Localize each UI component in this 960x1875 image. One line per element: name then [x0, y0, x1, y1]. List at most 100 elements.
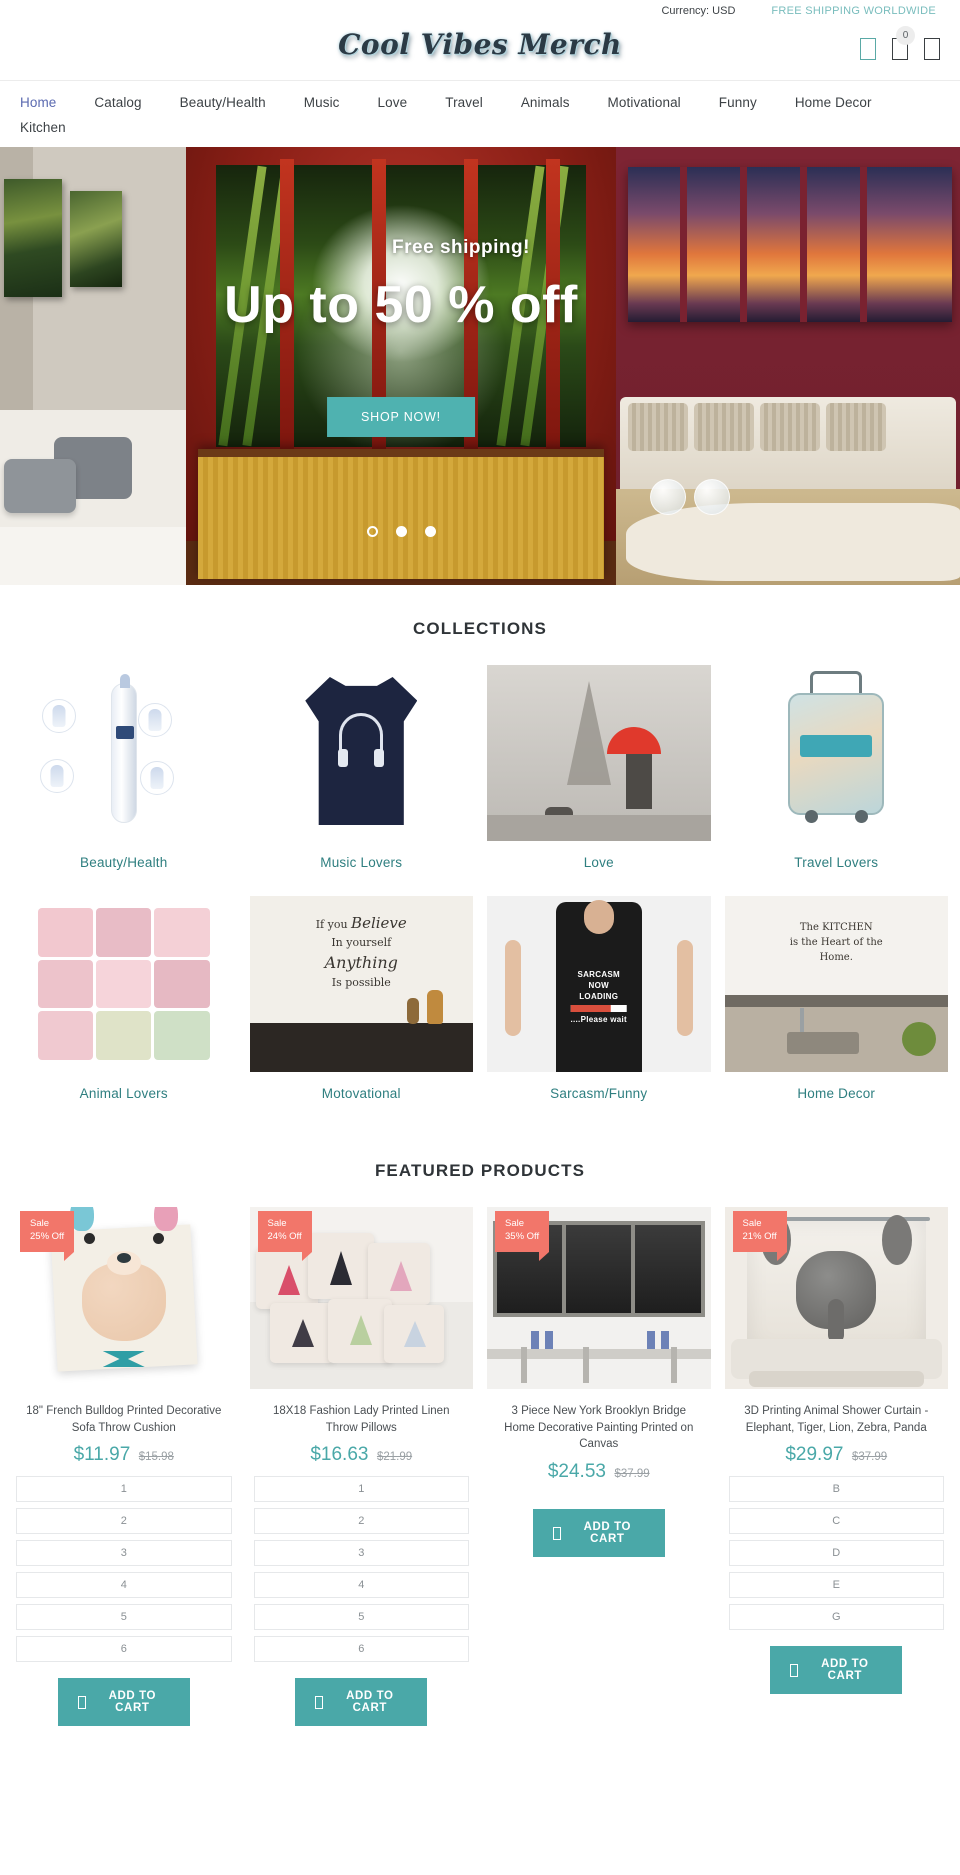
collection-card-sarcasm-funny[interactable]: SARCASM NOW LOADING ....Please wait Sarc… [487, 896, 711, 1127]
variant-option[interactable]: D [728, 1540, 944, 1567]
collection-label-love[interactable]: Love [487, 841, 711, 896]
variant-option[interactable]: B [728, 1476, 944, 1503]
nav-item-catalog[interactable]: Catalog [94, 95, 141, 110]
collection-label-motovational[interactable]: Motovational [250, 1072, 474, 1127]
product-card-fashion-lady-pillows[interactable]: Sale 24% Off 18X18 Fashion Lady Printed … [249, 1207, 474, 1727]
add-to-cart-label: ADD TO CART [108, 1690, 157, 1715]
hero-slide-active[interactable]: Free shipping! Up to 50 % off SHOP NOW! [186, 147, 616, 585]
variant-option[interactable]: E [728, 1572, 944, 1599]
variant-option[interactable]: 6 [16, 1636, 232, 1663]
product-title[interactable]: 3D Printing Animal Shower Curtain - Elep… [725, 1389, 949, 1436]
shirt-line-2: NOW [588, 980, 609, 990]
collection-image-beauty-health[interactable] [12, 665, 236, 841]
product-card-french-bulldog-cushion[interactable]: Sale 25% Off 18" French Bulldog Printed … [12, 1207, 236, 1727]
kitchen-decal-line-3: Home. [819, 952, 853, 963]
sale-badge-percent: 21% Off [742, 1230, 777, 1242]
collection-card-motovational[interactable]: If you Believe In yourself Anything Is p… [249, 896, 474, 1127]
collection-card-beauty-health[interactable]: Beauty/Health [12, 665, 236, 896]
product-card-brooklyn-bridge-canvas[interactable]: Sale 35% Off 3 Piece New York Brooklyn B… [487, 1207, 711, 1726]
variant-option[interactable]: G [728, 1604, 944, 1631]
logo-container[interactable]: Cool Vibes Merch [0, 28, 960, 61]
variant-option[interactable]: 6 [253, 1636, 469, 1663]
main-navigation: Home Catalog Beauty/Health Music Love Tr… [0, 80, 960, 147]
collections-grid-row-2: Animal Lovers If you Believe In yourself… [0, 896, 960, 1127]
product-image-french-bulldog-cushion[interactable]: Sale 25% Off [12, 1207, 236, 1389]
nav-item-home-decor[interactable]: Home Decor [795, 95, 872, 110]
collection-image-sarcasm-funny[interactable]: SARCASM NOW LOADING ....Please wait [487, 896, 711, 1072]
nav-item-travel[interactable]: Travel [445, 95, 483, 110]
search-icon[interactable] [860, 38, 876, 60]
sale-badge-label: Sale [267, 1218, 287, 1229]
nav-item-motivational[interactable]: Motivational [608, 95, 681, 110]
collection-image-motovational[interactable]: If you Believe In yourself Anything Is p… [249, 896, 473, 1072]
collection-label-travel-lovers[interactable]: Travel Lovers [725, 841, 949, 896]
add-to-cart-button[interactable]: ADD TO CART [57, 1678, 190, 1727]
variant-option[interactable]: 4 [16, 1572, 232, 1599]
variant-option[interactable]: 5 [253, 1604, 469, 1631]
collection-image-travel-lovers[interactable] [724, 665, 948, 841]
nav-item-animals[interactable]: Animals [521, 95, 570, 110]
collection-card-music-lovers[interactable]: Music Lovers [249, 665, 474, 896]
product-card-animal-shower-curtain[interactable]: Sale 21% Off 3D Printing Animal Shower C… [724, 1207, 949, 1726]
nav-item-beauty-health[interactable]: Beauty/Health [180, 95, 266, 110]
variant-option[interactable]: 5 [16, 1604, 232, 1631]
hero-slider[interactable]: Free shipping! Up to 50 % off SHOP NOW! [0, 147, 960, 585]
variant-option[interactable]: 1 [253, 1476, 469, 1503]
product-title[interactable]: 3 Piece New York Brooklyn Bridge Home De… [487, 1389, 711, 1453]
add-to-cart-button[interactable]: ADD TO CART [532, 1509, 665, 1558]
sale-badge-percent: 35% Off [505, 1230, 540, 1242]
variant-option[interactable]: 4 [253, 1572, 469, 1599]
bedroom-canvas-art-image [0, 147, 186, 585]
slider-dot-1[interactable] [366, 526, 378, 537]
hero-slide-next[interactable] [616, 147, 960, 585]
product-image-fashion-lady-pillows[interactable]: Sale 24% Off [249, 1207, 473, 1389]
product-image-brooklyn-bridge-canvas[interactable]: Sale 35% Off [487, 1207, 711, 1389]
slider-dots[interactable] [186, 526, 616, 537]
product-variant-list: B C D E G [725, 1476, 949, 1631]
collection-card-travel-lovers[interactable]: Travel Lovers [724, 665, 949, 896]
collection-card-love[interactable]: Love [487, 665, 711, 896]
shop-now-button[interactable]: SHOP NOW! [327, 397, 475, 437]
add-to-cart-button[interactable]: ADD TO CART [295, 1678, 428, 1727]
variant-option[interactable]: 2 [16, 1508, 232, 1535]
free-shipping-notice[interactable]: FREE SHIPPING WORLDWIDE [771, 5, 936, 17]
slider-dot-2[interactable] [395, 526, 407, 537]
nav-item-music[interactable]: Music [304, 95, 340, 110]
collection-image-music-lovers[interactable] [249, 665, 473, 841]
product-price-block: $11.97 $15.98 [12, 1436, 236, 1476]
collection-card-animal-lovers[interactable]: Animal Lovers [12, 896, 236, 1127]
currency-selector[interactable]: Currency: USD [661, 5, 735, 17]
collection-label-animal-lovers[interactable]: Animal Lovers [12, 1072, 236, 1127]
nav-item-funny[interactable]: Funny [719, 95, 757, 110]
sale-badge-label: Sale [742, 1218, 762, 1229]
microdermabrasion-device-image [12, 665, 236, 841]
cart-button[interactable]: 0 [892, 26, 915, 65]
variant-option[interactable]: 3 [16, 1540, 232, 1567]
product-title[interactable]: 18X18 Fashion Lady Printed Linen Throw P… [250, 1389, 474, 1436]
account-icon[interactable] [924, 38, 940, 60]
collection-label-sarcasm-funny[interactable]: Sarcasm/Funny [487, 1072, 711, 1127]
add-to-cart-button[interactable]: ADD TO CART [770, 1646, 903, 1695]
nav-item-home[interactable]: Home [20, 95, 56, 110]
product-variant-list: 1 2 3 4 5 6 [250, 1476, 474, 1663]
variant-option[interactable]: 1 [16, 1476, 232, 1503]
hero-slide-previous[interactable] [0, 147, 186, 585]
product-title[interactable]: 18" French Bulldog Printed Decorative So… [12, 1389, 236, 1436]
slider-dot-3[interactable] [424, 526, 436, 537]
product-price: $11.97 [73, 1444, 131, 1466]
shirt-line-1: SARCASM [577, 970, 621, 979]
variant-option[interactable]: 3 [253, 1540, 469, 1567]
collection-card-home-decor[interactable]: The KITCHEN is the Heart of the Home. Ho… [724, 896, 949, 1127]
collection-label-beauty-health[interactable]: Beauty/Health [12, 841, 236, 896]
site-logo[interactable]: Cool Vibes Merch [338, 28, 622, 61]
collection-image-love[interactable] [487, 665, 711, 841]
collection-label-home-decor[interactable]: Home Decor [725, 1072, 949, 1127]
collection-image-animal-lovers[interactable] [12, 896, 236, 1072]
product-image-animal-shower-curtain[interactable]: Sale 21% Off [724, 1207, 948, 1389]
nav-item-love[interactable]: Love [378, 95, 408, 110]
collection-label-music-lovers[interactable]: Music Lovers [250, 841, 474, 896]
variant-option[interactable]: C [728, 1508, 944, 1535]
collection-image-home-decor[interactable]: The KITCHEN is the Heart of the Home. [724, 896, 948, 1072]
variant-option[interactable]: 2 [253, 1508, 469, 1535]
nav-item-kitchen[interactable]: Kitchen [20, 120, 940, 135]
